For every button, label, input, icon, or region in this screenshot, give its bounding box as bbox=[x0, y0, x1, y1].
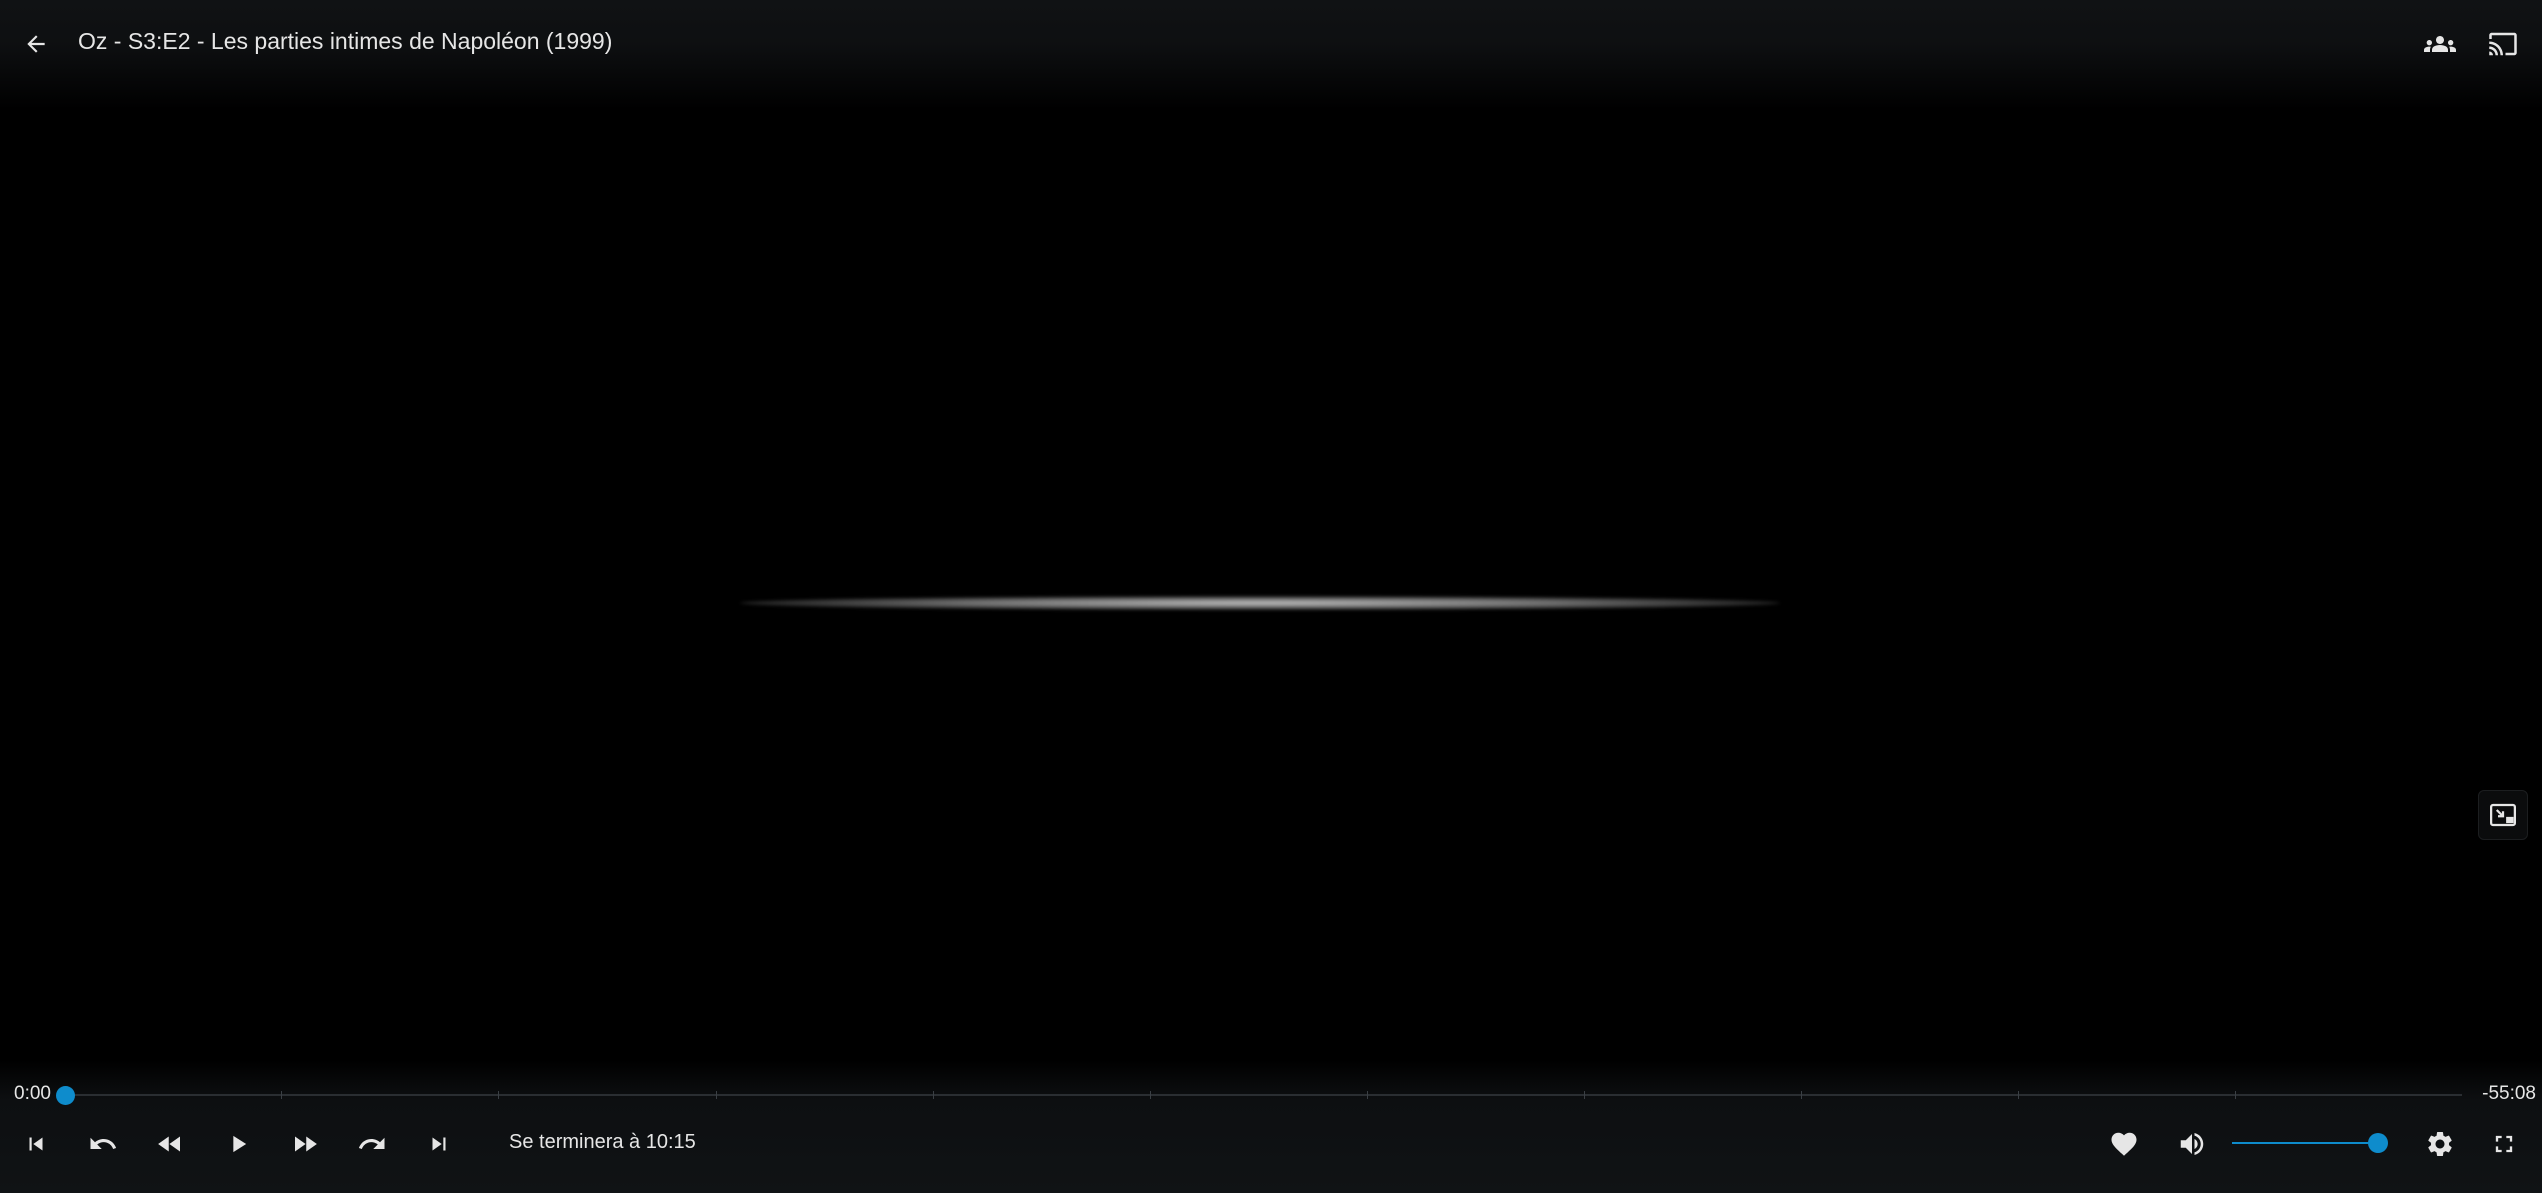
people-icon bbox=[2424, 36, 2456, 52]
picture-in-picture-button[interactable] bbox=[2478, 790, 2528, 840]
back-button[interactable] bbox=[14, 22, 58, 66]
rewind-button[interactable] bbox=[146, 1120, 194, 1168]
arrow-left-icon bbox=[27, 35, 45, 53]
fullscreen-button[interactable] bbox=[2480, 1120, 2528, 1168]
seek-handle[interactable] bbox=[56, 1086, 75, 1105]
end-time-label: Se terminera à 10:15 bbox=[509, 1131, 696, 1153]
cast-button[interactable] bbox=[2481, 22, 2525, 66]
volume-handle[interactable] bbox=[2368, 1133, 2388, 1153]
remaining-time: -55:08 bbox=[2482, 1083, 2536, 1104]
chapter-marker bbox=[2018, 1091, 2019, 1099]
previous-track-icon bbox=[29, 1137, 43, 1151]
cast-icon bbox=[2489, 32, 2517, 56]
syncplay-button[interactable] bbox=[2418, 22, 2462, 66]
video-player[interactable]: Oz - S3:E2 - Les parties intimes de Napo… bbox=[0, 0, 2542, 1193]
chapter-marker bbox=[933, 1091, 934, 1099]
chapter-marker bbox=[1584, 1091, 1585, 1099]
chapter-marker bbox=[498, 1091, 499, 1099]
chapter-marker bbox=[1150, 1091, 1151, 1099]
forward-button[interactable] bbox=[348, 1120, 396, 1168]
chapter-marker bbox=[2235, 1091, 2236, 1099]
seek-bar[interactable] bbox=[66, 1091, 2462, 1099]
next-track-icon bbox=[432, 1137, 446, 1151]
chapter-marker bbox=[716, 1091, 717, 1099]
picture-in-picture-icon bbox=[2490, 803, 2516, 827]
chapter-marker bbox=[1801, 1091, 1802, 1099]
video-frame bbox=[740, 596, 1780, 610]
mute-button[interactable] bbox=[2168, 1120, 2216, 1168]
chapter-marker bbox=[281, 1091, 282, 1099]
rewind-icon bbox=[158, 1136, 180, 1152]
forward-icon bbox=[358, 1137, 385, 1149]
replay-icon bbox=[90, 1137, 117, 1149]
chapter-marker bbox=[1367, 1091, 1368, 1099]
gear-icon bbox=[2428, 1132, 2452, 1156]
top-bar bbox=[0, 0, 2542, 110]
previous-track-button[interactable] bbox=[12, 1120, 60, 1168]
next-track-button[interactable] bbox=[415, 1120, 463, 1168]
volume-slider[interactable] bbox=[2232, 1142, 2378, 1144]
settings-button[interactable] bbox=[2416, 1120, 2464, 1168]
fast-forward-icon bbox=[295, 1136, 317, 1152]
favorite-button[interactable] bbox=[2100, 1120, 2148, 1168]
fast-forward-button[interactable] bbox=[281, 1120, 329, 1168]
replay-button[interactable] bbox=[79, 1120, 127, 1168]
heart-icon bbox=[2111, 1132, 2137, 1156]
volume-icon bbox=[2180, 1133, 2204, 1155]
play-icon bbox=[233, 1135, 247, 1153]
fullscreen-icon bbox=[2495, 1135, 2513, 1153]
current-time: 0:00 bbox=[14, 1083, 51, 1104]
page-title: Oz - S3:E2 - Les parties intimes de Napo… bbox=[78, 28, 613, 54]
play-button[interactable] bbox=[214, 1120, 262, 1168]
